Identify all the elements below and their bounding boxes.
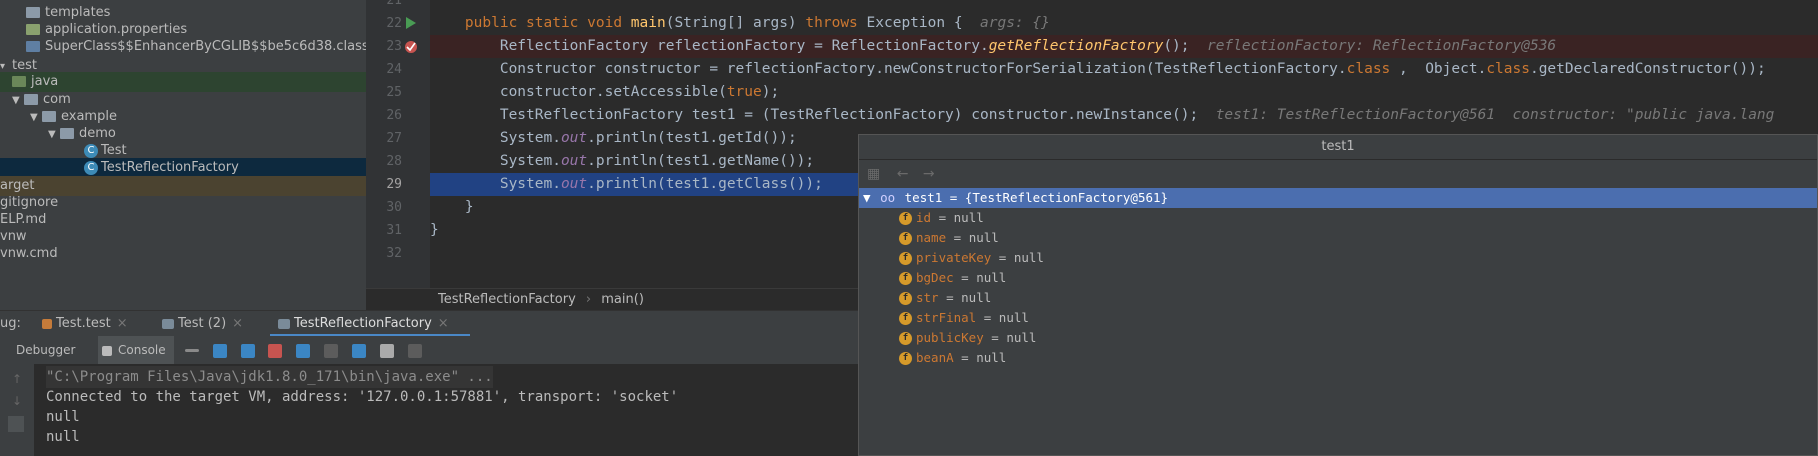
- inline-value-hint: reflectionFactory: ReflectionFactory@536: [1206, 38, 1557, 54]
- variable-field[interactable]: f privateKey = null: [859, 248, 1817, 268]
- field-icon: f: [899, 252, 912, 265]
- line-number: 23: [386, 39, 402, 54]
- evaluate-icon[interactable]: [379, 343, 394, 358]
- variable-root[interactable]: ▼ oo test1 = {TestReflectionFactory@561}: [859, 188, 1817, 208]
- field-icon: f: [899, 292, 912, 305]
- object-icon: oo: [880, 190, 896, 205]
- close-icon[interactable]: ×: [117, 316, 128, 331]
- step-into-icon[interactable]: [240, 343, 255, 358]
- drop-frame-icon[interactable]: [324, 343, 339, 358]
- package-icon: [60, 128, 74, 139]
- debug-label: ug:: [0, 316, 21, 331]
- tree-item-java[interactable]: java: [0, 72, 366, 92]
- line-number: 30: [386, 200, 402, 215]
- breadcrumb-method[interactable]: main(): [601, 292, 644, 307]
- editor-gutter[interactable]: 21 22 23 24 25 26 27 28 29 30 31 32: [366, 0, 430, 288]
- variable-field[interactable]: f str = null: [859, 288, 1817, 308]
- tree-view-icon[interactable]: ▦: [867, 166, 880, 182]
- back-icon[interactable]: ←: [897, 166, 909, 182]
- console-line: null: [46, 429, 80, 445]
- class-file-icon: [26, 41, 40, 52]
- chevron-down-icon: ▼: [863, 190, 871, 205]
- console-side-toolbar: ↑ ↓: [0, 364, 34, 456]
- package-icon: [42, 111, 56, 122]
- run-icon[interactable]: [406, 17, 416, 29]
- tree-item-testreflectionfactory[interactable]: C TestReflectionFactory: [0, 158, 366, 178]
- tree-item-mvnw-cmd[interactable]: vnw.cmd: [0, 244, 366, 264]
- trace-icon[interactable]: [407, 343, 422, 358]
- step-over-icon[interactable]: [212, 343, 227, 358]
- close-icon[interactable]: ×: [232, 316, 243, 331]
- console-line: null: [46, 409, 80, 425]
- class-icon: C: [84, 143, 98, 158]
- step-out-icon[interactable]: [296, 343, 311, 358]
- variable-field[interactable]: f publicKey = null: [859, 328, 1817, 348]
- line-number: 32: [386, 246, 402, 261]
- variable-field[interactable]: f beanA = null: [859, 348, 1817, 368]
- inline-value-hint: args: {}: [980, 15, 1050, 31]
- breakpoint-icon[interactable]: [404, 40, 418, 54]
- popup-toolbar: ▦ ← →: [859, 160, 1817, 188]
- console-line: Connected to the target VM, address: '12…: [46, 389, 679, 405]
- field-icon: f: [899, 272, 912, 285]
- tab-test-test[interactable]: Test.test ×: [40, 311, 128, 337]
- variable-field[interactable]: f id = null: [859, 208, 1817, 228]
- code-line-25[interactable]: constructor.setAccessible(true);: [430, 81, 1818, 104]
- tree-item-superclass[interactable]: SuperClass$$EnhancerByCGLIB$$be5c6d38.cl…: [0, 37, 366, 57]
- forward-icon[interactable]: →: [923, 166, 935, 182]
- line-number: 21: [386, 0, 402, 8]
- tab-debugger[interactable]: Debugger: [16, 336, 75, 364]
- evaluate-popup: test1 ▦ ← → ▼ oo test1 = {TestReflection…: [858, 134, 1818, 456]
- debug-config-icon: [278, 318, 290, 329]
- code-line-24[interactable]: Constructor constructor = reflectionFact…: [430, 58, 1818, 81]
- field-icon: f: [899, 332, 912, 345]
- code-line-22[interactable]: public static void main(String[] args) t…: [430, 12, 1818, 35]
- field-icon: f: [899, 312, 912, 325]
- up-arrow-icon[interactable]: ↑: [12, 372, 22, 386]
- code-line-26[interactable]: TestReflectionFactory test1 = (TestRefle…: [430, 104, 1818, 127]
- debug-config-icon: [42, 318, 52, 329]
- variable-field[interactable]: f bgDec = null: [859, 268, 1817, 288]
- properties-file-icon: [26, 24, 40, 35]
- menu-icon[interactable]: [185, 349, 199, 352]
- line-number: 22: [386, 16, 402, 31]
- line-number: 27: [386, 131, 402, 146]
- breadcrumb-separator: ›: [585, 292, 592, 307]
- run-to-cursor-icon[interactable]: [351, 343, 366, 358]
- tab-testreflectionfactory[interactable]: TestReflectionFactory ×: [270, 311, 470, 337]
- field-icon: f: [899, 212, 912, 225]
- soft-wrap-icon[interactable]: [8, 416, 24, 432]
- line-number: 26: [386, 108, 402, 123]
- line-number: 31: [386, 223, 402, 238]
- popup-title: test1: [859, 135, 1817, 160]
- console-icon: [102, 345, 112, 356]
- tab-console[interactable]: Console: [98, 336, 174, 364]
- console-output[interactable]: "C:\Program Files\Java\jdk1.8.0_171\bin\…: [0, 364, 860, 456]
- breadcrumb-class[interactable]: TestReflectionFactory: [438, 292, 576, 307]
- field-icon: f: [899, 232, 912, 245]
- code-line-23[interactable]: ReflectionFactory reflectionFactory = Re…: [430, 35, 1818, 58]
- class-icon: C: [84, 160, 98, 175]
- folder-icon: [26, 7, 40, 18]
- console-line: "C:\Program Files\Java\jdk1.8.0_171\bin\…: [46, 366, 493, 388]
- project-tree: templates application.properties SuperCl…: [0, 0, 366, 310]
- variable-field[interactable]: f name = null: [859, 228, 1817, 248]
- debug-config-icon: [162, 318, 174, 329]
- line-number: 29: [386, 177, 402, 192]
- line-number: 25: [386, 85, 402, 100]
- line-number: 24: [386, 62, 402, 77]
- close-icon[interactable]: ×: [438, 316, 449, 331]
- force-step-into-icon[interactable]: [268, 343, 283, 358]
- inline-value-hint: test1: TestReflectionFactory@561 constru…: [1215, 107, 1775, 123]
- line-number: 28: [386, 154, 402, 169]
- tab-test-2[interactable]: Test (2) ×: [160, 311, 243, 337]
- down-arrow-icon[interactable]: ↓: [12, 394, 22, 408]
- source-folder-icon: [12, 76, 26, 87]
- variable-field[interactable]: f strFinal = null: [859, 308, 1817, 328]
- package-icon: [24, 94, 38, 105]
- field-icon: f: [899, 352, 912, 365]
